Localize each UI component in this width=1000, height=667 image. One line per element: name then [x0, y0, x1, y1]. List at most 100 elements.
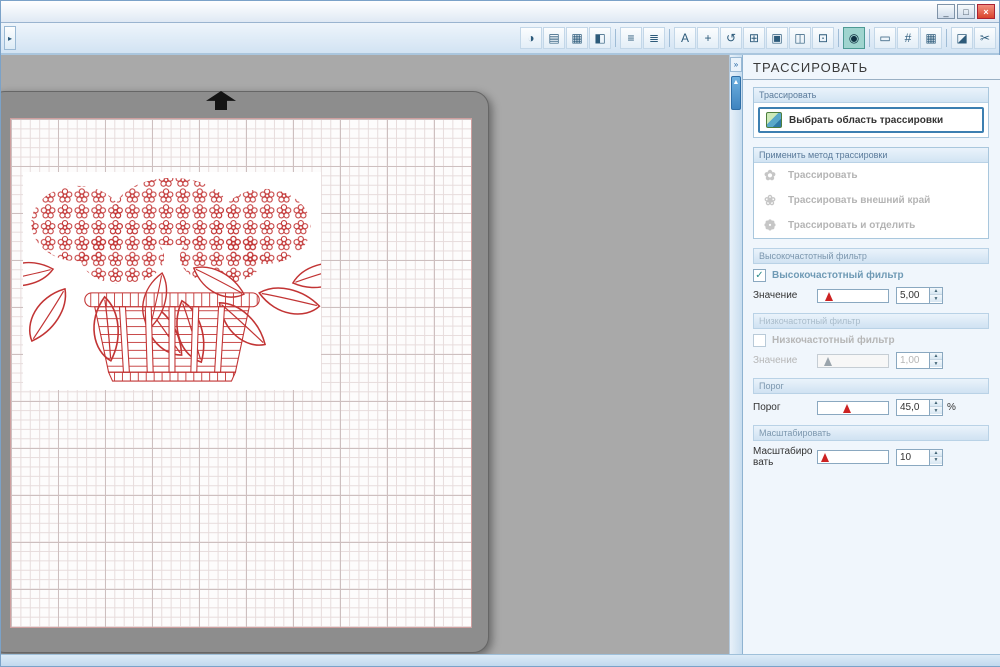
- rotate-panel-icon[interactable]: ↺: [720, 27, 742, 49]
- high-pass-slider[interactable]: [817, 288, 889, 303]
- scale-spin-down-icon[interactable]: ▼: [930, 456, 942, 464]
- select-trace-area-button[interactable]: Выбрать область трассировки: [758, 107, 984, 133]
- trace-select-group: Трассировать Выбрать область трассировки: [753, 87, 989, 138]
- low-pass-spinner: 1,00 ▲ ▼: [896, 352, 943, 369]
- toolbar-separator: [669, 29, 670, 47]
- left-toolbar-overflow-button[interactable]: ▸: [4, 26, 16, 50]
- panel-title: ТРАССИРОВАТЬ: [743, 55, 1000, 80]
- grid-settings-panel-icon[interactable]: ▦: [920, 27, 942, 49]
- align-panel-icon[interactable]: ⊞: [743, 27, 765, 49]
- text-style-panel-icon[interactable]: A: [674, 27, 696, 49]
- shadow-panel-icon[interactable]: ◑: [520, 27, 542, 49]
- low-pass-value: 1,00: [900, 355, 920, 366]
- low-pass-value-label: Значение: [753, 355, 798, 366]
- trace-panel: ТРАССИРОВАТЬ Трассировать Выбрать област…: [743, 55, 1000, 656]
- low-pass-slider: [817, 353, 889, 368]
- threshold-label: Порог: [753, 402, 781, 413]
- status-bar: [1, 654, 1000, 666]
- high-pass-spin-up-icon[interactable]: ▲: [930, 288, 942, 295]
- scale-row: Масштабировать 10 ▲ ▼: [753, 446, 989, 468]
- threshold-row: Порог 45,0 ▲ ▼ %: [753, 399, 989, 416]
- toolbar-icon-group: ◑ ▤ ▦ ◧ ≡ ≣ A + ↺ ⊞ ▣ ◫ ⊡ ◉ ▭ # ▦ ◪ ✂: [520, 27, 996, 49]
- transform-panel-icon[interactable]: +: [697, 27, 719, 49]
- trace-outer-edge-icon: ❀: [764, 192, 776, 208]
- trace-select-group-header: Трассировать: [754, 88, 988, 103]
- high-pass-checkbox-label: Высокочастотный фильтр: [772, 270, 904, 281]
- main-area: » ▲ ТРАССИРОВАТЬ Трассировать Выбрать об…: [1, 55, 1000, 656]
- threshold-section-header: Порог: [753, 378, 989, 394]
- trace-and-detach-icon: ❁: [764, 217, 776, 233]
- page-grid[interactable]: [1, 118, 472, 628]
- threshold-spin-down-icon[interactable]: ▼: [930, 407, 942, 414]
- threshold-slider[interactable]: [817, 400, 889, 415]
- window-controls: _ □ ×: [937, 4, 995, 19]
- page-setup-panel-icon[interactable]: ▭: [874, 27, 896, 49]
- registration-marks-panel-icon[interactable]: #: [897, 27, 919, 49]
- toolbar-separator: [946, 29, 947, 47]
- collapse-panel-button[interactable]: »: [730, 57, 742, 72]
- cutting-mat: [1, 91, 489, 653]
- threshold-unit: %: [947, 402, 956, 413]
- toolbar-separator: [615, 29, 616, 47]
- select-trace-area-label: Выбрать область трассировки: [789, 114, 944, 126]
- select-trace-area-icon: [766, 112, 782, 128]
- trace-and-detach-label: Трассировать и отделить: [788, 220, 916, 231]
- low-pass-spin-down-icon: ▼: [930, 360, 942, 367]
- toolbar-separator: [838, 29, 839, 47]
- scale-value[interactable]: 10: [897, 450, 929, 465]
- trace-method-group-header: Применить метод трассировки: [754, 148, 988, 163]
- modify-panel-icon[interactable]: ◫: [789, 27, 811, 49]
- low-pass-section-header: Низкочастотный фильтр: [753, 313, 989, 329]
- threshold-spinner: 45,0 ▲ ▼: [896, 399, 943, 416]
- scale-spinner: 10 ▲ ▼: [896, 448, 943, 466]
- minimize-button[interactable]: _: [937, 4, 955, 19]
- line-width-panel-icon[interactable]: ≣: [643, 27, 665, 49]
- knife-tool-icon[interactable]: ✂: [974, 27, 996, 49]
- low-pass-checkbox-row: Низкочастотный фильтр: [753, 334, 989, 347]
- threshold-slider-thumb[interactable]: [843, 403, 852, 413]
- replicate-panel-icon[interactable]: ▣: [766, 27, 788, 49]
- toolbar-separator: [869, 29, 870, 47]
- threshold-value[interactable]: 45,0: [897, 400, 929, 415]
- object-properties-panel-icon[interactable]: ⊡: [812, 27, 834, 49]
- scale-slider[interactable]: [817, 450, 889, 464]
- fill-color-panel-icon[interactable]: ▤: [543, 27, 565, 49]
- high-pass-value-row: Значение 5,00 ▲ ▼: [753, 287, 989, 304]
- splitter-handle[interactable]: ▲: [731, 76, 741, 110]
- panel-splitter[interactable]: » ▲: [729, 55, 743, 656]
- low-pass-checkbox-label: Низкочастотный фильтр: [772, 335, 895, 346]
- scale-slider-thumb[interactable]: [820, 453, 829, 462]
- trace-panel-icon[interactable]: ◉: [843, 27, 865, 49]
- threshold-spin-up-icon[interactable]: ▲: [930, 400, 942, 407]
- low-pass-slider-thumb: [823, 356, 832, 366]
- main-toolbar: ▸ ◑ ▤ ▦ ◧ ≡ ≣ A + ↺ ⊞ ▣ ◫ ⊡ ◉ ▭ # ▦ ◪ ✂: [1, 23, 999, 55]
- scale-section-header: Масштабировать: [753, 425, 989, 441]
- low-pass-spin-up-icon: ▲: [930, 353, 942, 360]
- high-pass-slider-thumb[interactable]: [825, 291, 833, 301]
- high-pass-section-header: Высокочастотный фильтр: [753, 248, 989, 264]
- high-pass-spinner: 5,00 ▲ ▼: [896, 287, 943, 304]
- high-pass-spin-down-icon[interactable]: ▼: [930, 295, 942, 302]
- low-pass-checkbox[interactable]: [753, 334, 766, 347]
- high-pass-checkbox-row: ✓ Высокочастотный фильтр: [753, 269, 989, 282]
- pattern-fill-panel-icon[interactable]: ▦: [566, 27, 588, 49]
- app-window: _ □ × ▸ ◑ ▤ ▦ ◧ ≡ ≣ A + ↺ ⊞ ▣ ◫ ⊡ ◉ ▭ # ▦ ◪ ✂: [0, 0, 1000, 667]
- high-pass-checkbox[interactable]: ✓: [753, 269, 766, 282]
- close-button[interactable]: ×: [977, 4, 995, 19]
- high-pass-value[interactable]: 5,00: [897, 288, 929, 303]
- trace-option[interactable]: ✿ Трассировать: [754, 163, 988, 188]
- line-style-panel-icon[interactable]: ≡: [620, 27, 642, 49]
- high-pass-value-label: Значение: [753, 290, 798, 301]
- trace-and-detach-option[interactable]: ❁ Трассировать и отделить: [754, 213, 988, 238]
- trace-option-icon: ✿: [764, 167, 776, 183]
- eraser-tool-icon[interactable]: ◪: [951, 27, 973, 49]
- scale-spin-up-icon[interactable]: ▲: [930, 449, 942, 457]
- maximize-button[interactable]: □: [957, 4, 975, 19]
- titlebar: _ □ ×: [1, 1, 999, 23]
- design-canvas[interactable]: [1, 55, 729, 656]
- trace-outer-edge-label: Трассировать внешний край: [788, 195, 931, 206]
- trace-outer-edge-option[interactable]: ❀ Трассировать внешний край: [754, 188, 988, 213]
- flower-basket-image[interactable]: [1, 172, 351, 390]
- gradient-fill-panel-icon[interactable]: ◧: [589, 27, 611, 49]
- scale-label: Масштабировать: [753, 446, 813, 468]
